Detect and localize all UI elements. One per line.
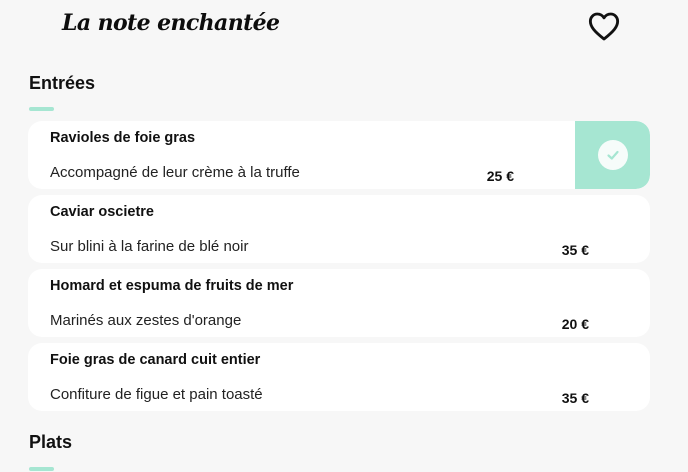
- dish-description: Accompagné de leur crème à la truffe: [50, 164, 300, 181]
- dish-description: Confiture de figue et pain toasté: [50, 386, 263, 403]
- section-underline: [29, 467, 54, 471]
- check-circle: [597, 140, 628, 170]
- restaurant-name: La note enchantée: [62, 10, 280, 36]
- menu-item-foie-gras-canard[interactable]: Foie gras de canard cuit entier Confitur…: [28, 343, 650, 411]
- dish-name: Foie gras de canard cuit entier: [50, 352, 261, 368]
- dish-name: Caviar oscietre: [50, 204, 154, 220]
- menu-item-caviar[interactable]: Caviar oscietre Sur blini à la farine de…: [28, 195, 650, 263]
- dish-price: 35 €: [561, 390, 589, 406]
- favorite-button[interactable]: [585, 9, 623, 43]
- dish-name: Homard et espuma de fruits de mer: [50, 278, 294, 294]
- check-icon: [606, 150, 619, 160]
- selected-indicator[interactable]: [575, 121, 650, 189]
- section-title-entrees: Entrées: [29, 73, 96, 93]
- dish-price: 25 €: [486, 168, 514, 184]
- dish-price: 35 €: [561, 242, 589, 258]
- dish-price: 20 €: [561, 316, 589, 332]
- section-title-plats: Plats: [29, 432, 73, 452]
- heart-outline-icon: [588, 12, 620, 41]
- dish-description: Sur blini à la farine de blé noir: [50, 238, 249, 255]
- menu-item-ravioles[interactable]: Ravioles de foie gras Accompagné de leur…: [28, 121, 650, 189]
- dish-description: Marinés aux zestes d'orange: [50, 312, 242, 329]
- menu-item-homard[interactable]: Homard et espuma de fruits de mer Mariné…: [28, 269, 650, 337]
- section-underline: [29, 107, 54, 111]
- dish-name: Ravioles de foie gras: [50, 130, 196, 146]
